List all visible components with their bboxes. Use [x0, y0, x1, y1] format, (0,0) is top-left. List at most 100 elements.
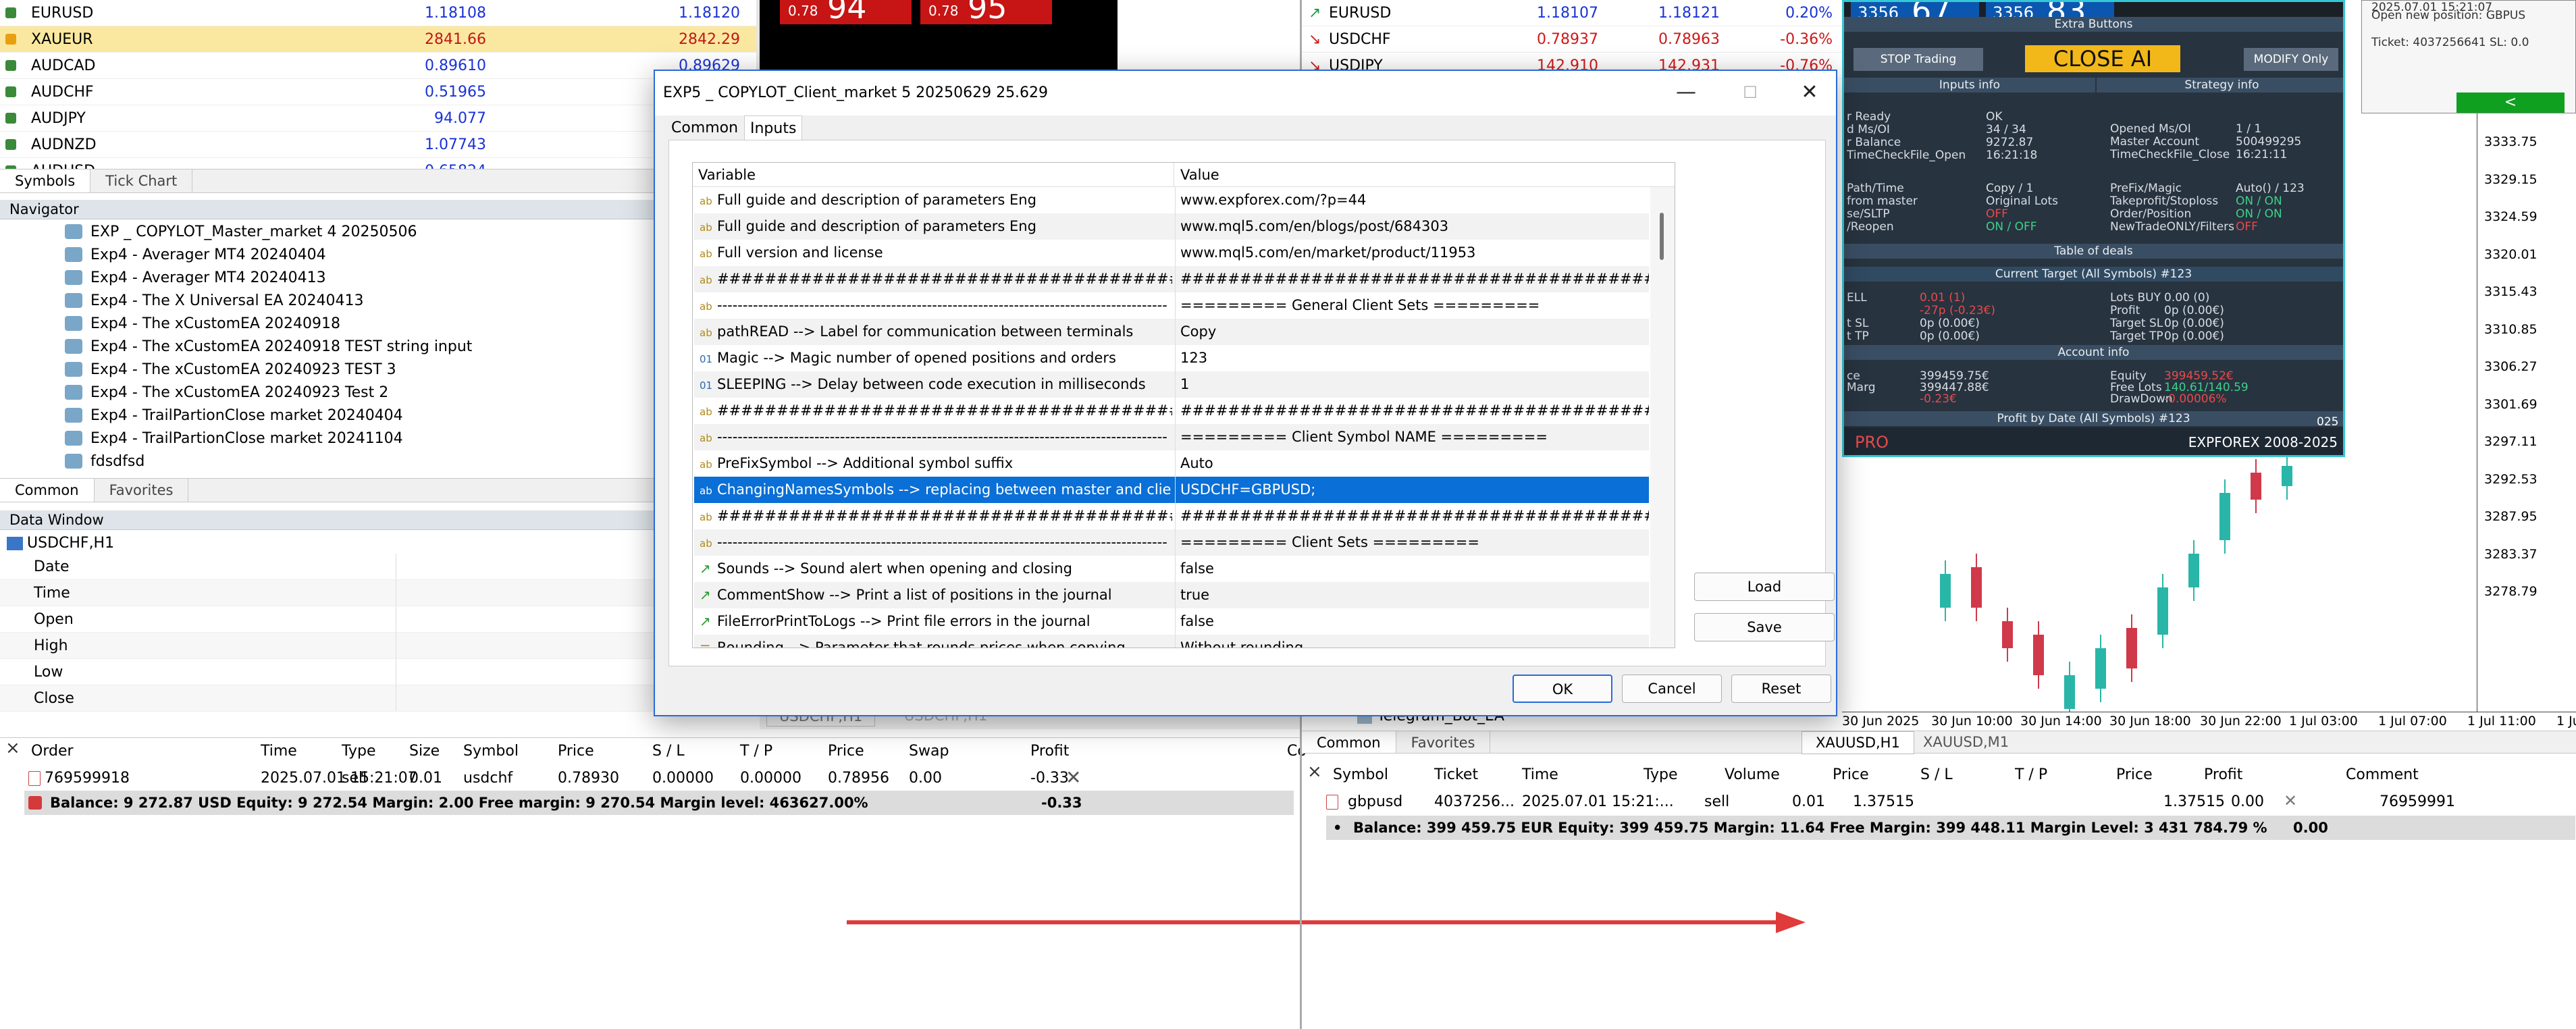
- sell-button[interactable]: 0.78 94: [780, 0, 912, 26]
- tab-favorites-right[interactable]: Favorites: [1396, 731, 1491, 753]
- account-info-header[interactable]: Account info: [1844, 345, 2343, 360]
- input-row[interactable]: ab PreFixSymbol --> Additional symbol suf…: [694, 450, 1649, 477]
- input-value[interactable]: Without rounding: [1180, 635, 1649, 648]
- navigator-item[interactable]: Exp4 - The xCustomEA 20240918 TEST strin…: [0, 335, 756, 358]
- reset-button[interactable]: Reset: [1731, 675, 1831, 703]
- input-value[interactable]: USDCHF=GBPUSD;: [1180, 477, 1649, 503]
- close-all-button[interactable]: CLOSE AI: [2025, 45, 2180, 72]
- navigator-item[interactable]: Exp4 - The X Universal EA 20240413: [0, 289, 756, 312]
- strategy-info-header[interactable]: Strategy info: [2097, 78, 2343, 93]
- tab-dialog-inputs[interactable]: Inputs: [744, 115, 803, 141]
- input-row[interactable]: ↗ CommentShow --> Print a list of positio…: [694, 582, 1649, 608]
- trade-row-right[interactable]: gbpusd 4037256... 2025.07.01 15:21:... sell…: [1326, 789, 2575, 814]
- market-watch-row[interactable]: AUDCHF0.519650.51985: [0, 79, 756, 105]
- trade-header[interactable]: Profit: [2204, 766, 2242, 783]
- trade-header[interactable]: Price: [828, 743, 864, 760]
- close-terminal-icon[interactable]: ×: [5, 738, 20, 758]
- maximize-icon[interactable]: ☐: [1735, 80, 1765, 105]
- input-value[interactable]: false: [1180, 608, 1649, 635]
- load-button[interactable]: Load: [1694, 573, 1835, 601]
- input-value[interactable]: true: [1180, 582, 1649, 608]
- right-watch-row[interactable]: ↘ USDCHF 0.78937 0.78963 -0.36%: [1302, 26, 1842, 53]
- input-row[interactable]: ab Full version and license www.mql5.com/e…: [694, 240, 1649, 266]
- input-row[interactable]: ab --------------------------------------…: [694, 292, 1649, 319]
- input-value[interactable]: ########################################…: [1180, 266, 1649, 292]
- save-button[interactable]: Save: [1694, 613, 1835, 641]
- market-watch-row[interactable]: AUDNZD 1.07743: [0, 132, 756, 158]
- navigator-item[interactable]: Exp4 - Averager MT4 20240404: [0, 243, 756, 266]
- market-watch-row[interactable]: AUDJPY 94.077: [0, 105, 756, 132]
- input-value[interactable]: false: [1180, 556, 1649, 582]
- input-value[interactable]: www.expforex.com/?p=44: [1180, 187, 1649, 213]
- trade-header[interactable]: Symbol: [1333, 766, 1388, 783]
- profit-by-date-header[interactable]: Profit by Date (All Symbols) #123: [1844, 411, 2343, 426]
- chart-tab-xauusd-h1[interactable]: XAUUSD,H1: [1802, 731, 1914, 754]
- tab-tick-chart[interactable]: Tick Chart: [90, 169, 193, 192]
- trade-header[interactable]: Swap: [909, 743, 949, 760]
- navigator-item[interactable]: Exp4 - The xCustomEA 20240923 TEST 3: [0, 358, 756, 381]
- navigator-item[interactable]: Exp4 - The xCustomEA 20240918: [0, 312, 756, 335]
- trade-header[interactable]: Symbol: [463, 743, 519, 760]
- input-row[interactable]: ab ######################################…: [694, 266, 1649, 292]
- input-row[interactable]: 01 SLEEPING --> Delay between code execut…: [694, 371, 1649, 398]
- navigator-item[interactable]: Exp4 - The xCustomEA 20240923 Test 2: [0, 381, 756, 404]
- trade-header[interactable]: Type: [1644, 766, 1678, 783]
- input-value[interactable]: 1: [1180, 371, 1649, 398]
- tab-symbols[interactable]: Symbols: [0, 169, 91, 192]
- navigator-item[interactable]: EXP _ COPYLOT_Master_market 4 20250506: [0, 220, 756, 243]
- chart-tab-xauusd-m1[interactable]: XAUUSD,M1: [1910, 731, 2022, 753]
- navigator-item[interactable]: Exp4 - TrailPartionClose market 20241104: [0, 427, 756, 450]
- input-value[interactable]: 123: [1180, 345, 1649, 371]
- trade-header[interactable]: T / P: [740, 743, 772, 760]
- navigator-item[interactable]: Exp4 - TrailPartionClose market 20240404: [0, 404, 756, 427]
- trade-header[interactable]: T / P: [2015, 766, 2047, 783]
- input-row[interactable]: ab ######################################…: [694, 503, 1649, 529]
- close-icon[interactable]: ✕: [1795, 80, 1824, 105]
- input-value[interactable]: ========= General Client Sets =========: [1180, 292, 1649, 319]
- input-value[interactable]: ########################################…: [1180, 398, 1649, 424]
- ok-button[interactable]: OK: [1513, 675, 1612, 703]
- tab-common-right[interactable]: Common: [1302, 731, 1396, 753]
- col-value[interactable]: Value: [1180, 163, 1219, 187]
- input-row[interactable]: ab Full guide and description of paramete…: [694, 187, 1649, 213]
- close-order-icon[interactable]: ✕: [2284, 791, 2297, 810]
- ea-extra-buttons[interactable]: Extra Buttons: [1844, 17, 2343, 32]
- inputs-info-header[interactable]: Inputs info: [1844, 78, 2095, 93]
- trade-header[interactable]: Price: [2116, 766, 2153, 783]
- close-order-icon[interactable]: ✕: [1066, 766, 1081, 789]
- input-row[interactable]: ↗ FileErrorPrintToLogs --> Print file err…: [694, 608, 1649, 635]
- input-value[interactable]: ========= Client Sets =========: [1180, 529, 1649, 556]
- market-watch-row[interactable]: XAUEUR 2841.66 2842.29: [0, 26, 756, 53]
- input-row[interactable]: ab ChangingNamesSymbols --> replacing bet…: [694, 477, 1649, 503]
- navigator-item[interactable]: fdsdfsd: [0, 450, 756, 473]
- input-row[interactable]: 01 Magic --> Magic number of opened posit…: [694, 345, 1649, 371]
- trade-header[interactable]: Profit: [1030, 743, 1069, 760]
- tab-dialog-common[interactable]: Common: [671, 120, 738, 136]
- input-value[interactable]: Copy: [1180, 319, 1649, 345]
- trade-header[interactable]: Comment: [2346, 766, 2419, 783]
- input-row[interactable]: ab Full guide and description of paramete…: [694, 213, 1649, 240]
- trade-header[interactable]: S / L: [1920, 766, 1953, 783]
- cancel-button[interactable]: Cancel: [1622, 675, 1722, 703]
- modify-only-button[interactable]: MODIFY Only: [2244, 48, 2338, 71]
- input-value[interactable]: www.mql5.com/en/blogs/post/684303: [1180, 213, 1649, 240]
- input-value[interactable]: www.mql5.com/en/market/product/11953: [1180, 240, 1649, 266]
- input-value[interactable]: ========= Client Symbol NAME =========: [1180, 424, 1649, 450]
- notification-back-button[interactable]: <: [2456, 93, 2565, 113]
- input-row[interactable]: ab ######################################…: [694, 398, 1649, 424]
- buy-button[interactable]: 0.78 95: [920, 0, 1052, 26]
- scrollbar-thumb[interactable]: [1660, 213, 1664, 260]
- right-watch-row[interactable]: ↗ EURUSD 1.18107 1.18121 0.20%: [1302, 0, 1842, 26]
- trade-header[interactable]: Ticket: [1434, 766, 1478, 783]
- trade-header[interactable]: Type: [342, 743, 376, 760]
- trade-row-left[interactable]: 769599918 2025.07.01 15:21:07 sell 0.01 usdc…: [24, 765, 1294, 791]
- trade-header[interactable]: Time: [261, 743, 297, 760]
- tab-favorites[interactable]: Favorites: [95, 479, 189, 502]
- input-row[interactable]: ab --------------------------------------…: [694, 424, 1649, 450]
- market-watch-row[interactable]: EURUSD 1.18108 1.18120: [0, 0, 756, 26]
- input-value[interactable]: ########################################…: [1180, 503, 1649, 529]
- input-row[interactable]: ab --------------------------------------…: [694, 529, 1649, 556]
- navigator-item[interactable]: Exp4 - Averager MT4 20240413: [0, 266, 756, 289]
- input-row[interactable]: ≡ Rounding --> Parameter that rounds pric…: [694, 635, 1649, 648]
- trade-header[interactable]: Price: [1833, 766, 1869, 783]
